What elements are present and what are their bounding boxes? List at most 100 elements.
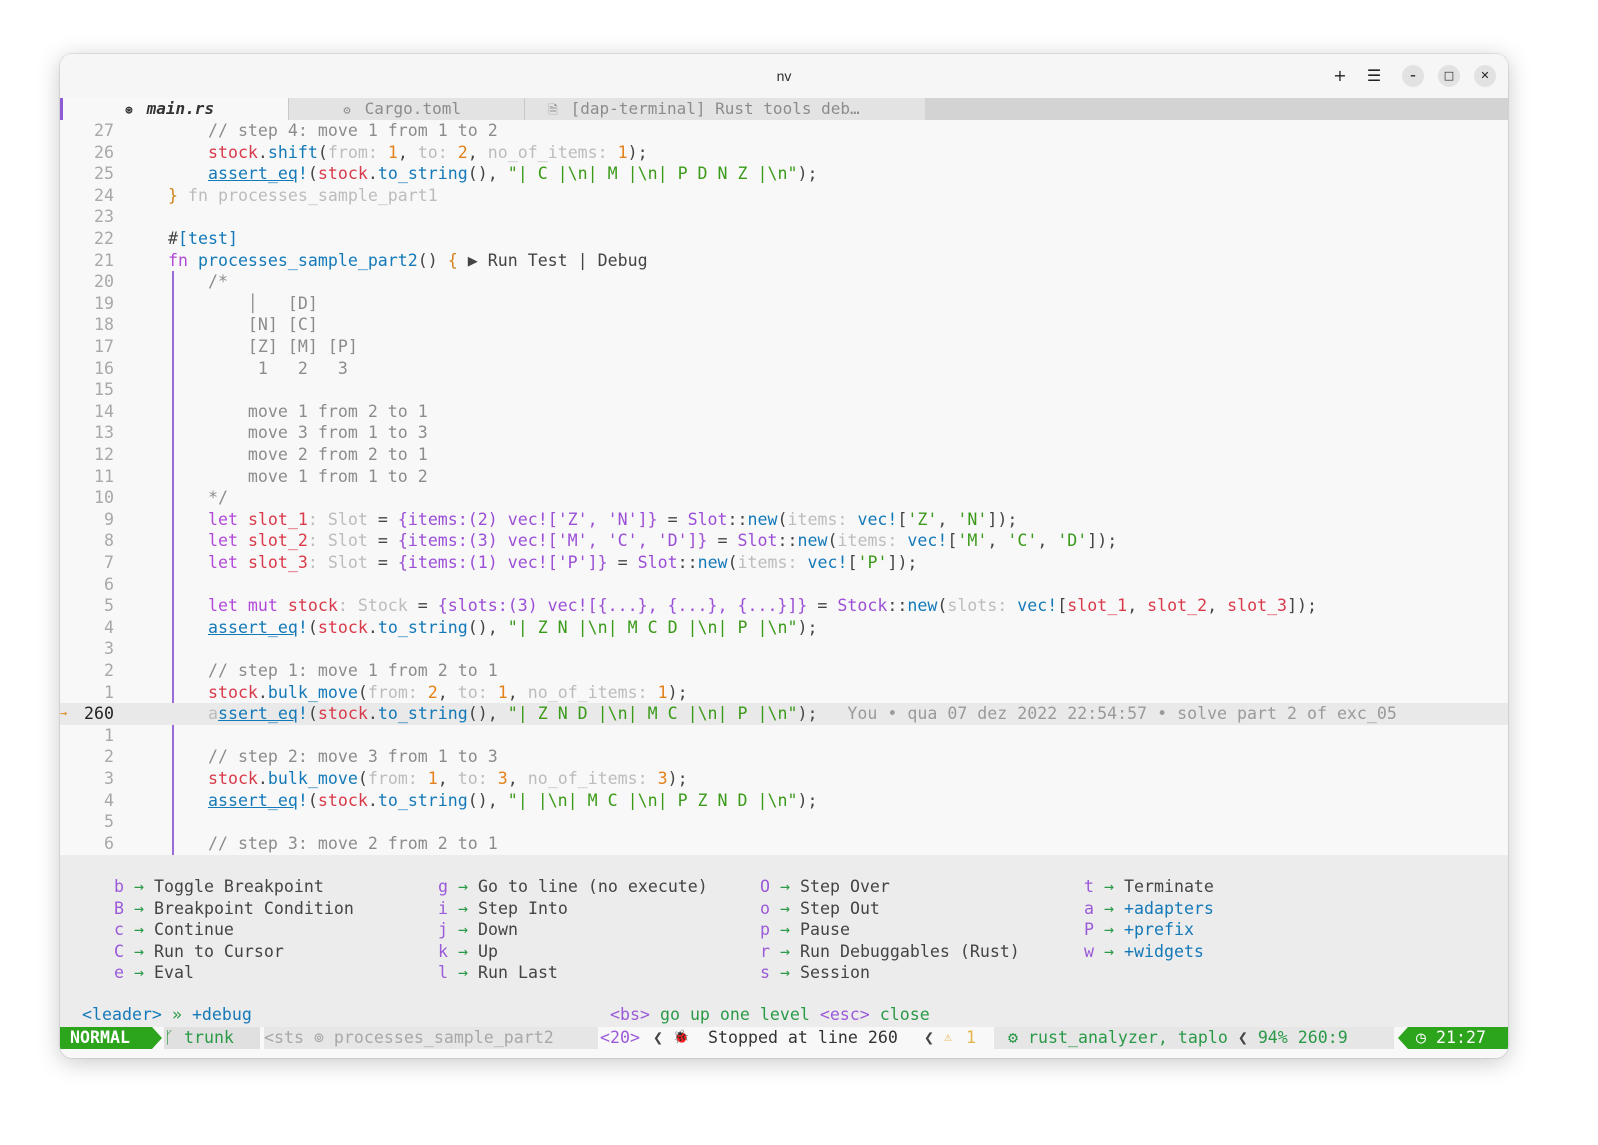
current-line[interactable]: → 260 assert_eq!(stock.to_string(), "| Z … — [60, 703, 1508, 725]
which-key-item[interactable]: e → Eval — [114, 962, 194, 984]
line-text: assert_eq!(stock.to_string(), "| Z N |\n… — [207, 617, 818, 637]
code-line[interactable]: 25 assert_eq!(stock.to_string(), "| C |\… — [60, 163, 1508, 185]
code-line[interactable]: 9 let slot_1: Slot = {items:(2) vec!['Z'… — [60, 509, 1508, 531]
menu-icon[interactable]: ☰ — [1363, 65, 1385, 87]
which-key-item[interactable]: P → +prefix — [1084, 919, 1194, 941]
buffer-tabline: ⊛ main.rs ⚙ Cargo.toml 🗎 [dap-terminal] … — [60, 98, 1508, 120]
code-line[interactable]: 6 // step 3: move 2 from 2 to 1 — [60, 833, 1508, 855]
which-key-label: Run to Cursor — [154, 941, 284, 961]
status-separator: ❮ — [924, 1028, 934, 1047]
line-number: 23 — [94, 207, 114, 227]
which-key-label: +prefix — [1124, 920, 1194, 940]
help-esc-key: <esc> — [819, 1005, 870, 1024]
code-line[interactable]: 20 /* — [60, 271, 1508, 293]
line-text: let slot_3: Slot = {items:(1) vec!['P']}… — [207, 553, 918, 572]
line-text: assert_eq!(stock.to_string(), "| Z N D |… — [207, 704, 1397, 724]
code-line[interactable]: 2 // step 2: move 3 from 1 to 3 — [60, 746, 1508, 768]
which-key-label: Step Over — [800, 877, 890, 896]
line-text: // step 3: move 2 from 2 to 1 — [207, 833, 498, 853]
code-editor[interactable]: 27 // step 4: move 1 from 1 to 2 26 stock… — [60, 120, 1508, 855]
arrow-icon: → — [458, 963, 468, 983]
which-key-popup: b → Toggle Breakpoint B → Breakpoint Cond… — [60, 855, 1508, 1027]
line-number: 2 — [104, 661, 114, 680]
code-line[interactable]: 1 — [60, 725, 1508, 747]
code-line[interactable]: 6 — [60, 574, 1508, 596]
code-line[interactable]: 22 #[test] — [60, 228, 1508, 250]
line-number: 4 — [104, 790, 114, 810]
which-key-item[interactable]: r → Run Debuggables (Rust) — [760, 941, 1020, 963]
line-text: assert_eq!(stock.to_string(), "| C |\n| … — [207, 164, 818, 184]
leader-label: <leader> — [82, 1005, 162, 1024]
code-line[interactable]: 13 move 3 from 1 to 3 — [60, 422, 1508, 444]
code-line[interactable]: 5 — [60, 811, 1508, 833]
which-key-item[interactable]: o → Step Out — [760, 898, 880, 920]
maximize-button[interactable]: □ — [1438, 65, 1460, 87]
code-line[interactable]: 26 stock.shift(from: 1, to: 2, no_of_ite… — [60, 142, 1508, 164]
which-key-item[interactable]: c → Continue — [114, 919, 234, 941]
which-key-item[interactable]: g → Go to line (no execute) — [438, 876, 708, 898]
arrow-icon: → — [134, 877, 144, 896]
code-line[interactable]: 15 — [60, 379, 1508, 401]
close-button[interactable]: ✕ — [1474, 65, 1496, 87]
code-line[interactable]: 17 [Z] [M] [P] — [60, 336, 1508, 358]
code-line[interactable]: 4 assert_eq!(stock.to_string(), "| Z N |… — [60, 617, 1508, 639]
which-key-item[interactable]: O → Step Over — [760, 876, 890, 898]
tab-cargo-toml[interactable]: ⚙ Cargo.toml — [288, 98, 525, 120]
code-line[interactable]: 24} fn processes_sample_part1 — [60, 185, 1508, 207]
tab-label: main.rs — [146, 99, 215, 118]
warning-icon: ⚠ — [944, 1030, 952, 1045]
code-line[interactable]: 3 — [60, 638, 1508, 660]
line-text: move 2 from 2 to 1 — [207, 445, 428, 464]
which-key-item[interactable]: w → +widgets — [1084, 941, 1204, 963]
code-line[interactable]: 4 assert_eq!(stock.to_string(), "| |\n| … — [60, 790, 1508, 812]
code-line[interactable]: 12 move 2 from 2 to 1 — [60, 444, 1508, 466]
line-text: let mut stock: Stock = {slots:(3) vec![{… — [207, 596, 1318, 616]
line-number: 25 — [94, 164, 114, 184]
code-line[interactable]: 14 move 1 from 2 to 1 — [60, 401, 1508, 423]
line-number: 14 — [94, 401, 114, 421]
arrow-icon: → — [458, 920, 468, 940]
code-line[interactable]: 7 let slot_3: Slot = {items:(1) vec!['P'… — [60, 552, 1508, 574]
code-line[interactable]: 19 │ [D] — [60, 293, 1508, 315]
line-text: let slot_1: Slot = {items:(2) vec!['Z', … — [207, 509, 1018, 529]
which-key-label: Run Debuggables (Rust) — [800, 941, 1020, 961]
which-key-item[interactable]: a → +adapters — [1084, 898, 1214, 920]
which-key-item[interactable]: j → Down — [438, 919, 518, 941]
code-line[interactable]: 27 // step 4: move 1 from 1 to 2 — [60, 120, 1508, 142]
code-line[interactable]: 1 stock.bulk_move(from: 2, to: 1, no_of_… — [60, 682, 1508, 704]
arrow-icon: → — [780, 877, 790, 896]
which-key-item[interactable]: t → Terminate — [1084, 876, 1214, 898]
tab-main-rs[interactable]: ⊛ main.rs — [60, 98, 288, 120]
code-line[interactable]: 11 move 1 from 1 to 2 — [60, 466, 1508, 488]
code-line[interactable]: 2 // step 1: move 1 from 2 to 1 — [60, 660, 1508, 682]
line-number: 11 — [94, 466, 114, 486]
which-key-item[interactable]: k → Up — [438, 941, 498, 963]
which-key-key: s — [760, 963, 770, 983]
add-icon[interactable]: + — [1329, 65, 1351, 87]
arrow-icon: → — [780, 898, 790, 918]
code-line[interactable]: 16 1 2 3 — [60, 358, 1508, 380]
which-key-item[interactable]: i → Step Into — [438, 898, 568, 920]
code-line[interactable]: 3 stock.bulk_move(from: 1, to: 3, no_of_… — [60, 768, 1508, 790]
code-line[interactable]: 10 */ — [60, 487, 1508, 509]
which-key-key: g — [438, 877, 448, 896]
line-text: move 1 from 1 to 2 — [207, 466, 428, 486]
minimize-button[interactable]: – — [1402, 65, 1424, 87]
code-line[interactable]: 21 fn processes_sample_part2() { ▶ Run Te… — [60, 250, 1508, 272]
code-line[interactable]: 23 — [60, 206, 1508, 228]
code-line[interactable]: 8 let slot_2: Slot = {items:(3) vec!['M'… — [60, 530, 1508, 552]
tab-dap-terminal[interactable]: 🗎 [dap-terminal] Rust tools deb… — [524, 98, 925, 120]
code-line[interactable]: 18 [N] [C] — [60, 314, 1508, 336]
which-key-item[interactable]: C → Run to Cursor — [114, 941, 284, 963]
line-number: 22 — [94, 229, 114, 248]
which-key-item[interactable]: s → Session — [760, 962, 870, 984]
which-key-item[interactable]: b → Toggle Breakpoint — [114, 876, 324, 898]
line-number: 5 — [104, 596, 114, 616]
which-key-key: P — [1084, 920, 1094, 940]
which-key-item[interactable]: B → Breakpoint Condition — [114, 898, 354, 920]
code-line[interactable]: 5 let mut stock: Stock = {slots:(3) vec!… — [60, 595, 1508, 617]
which-key-item[interactable]: l → Run Last — [438, 962, 558, 984]
arrow-icon: → — [458, 898, 468, 918]
which-key-item[interactable]: p → Pause — [760, 919, 850, 941]
clock-icon: ◷ — [1416, 1028, 1426, 1047]
